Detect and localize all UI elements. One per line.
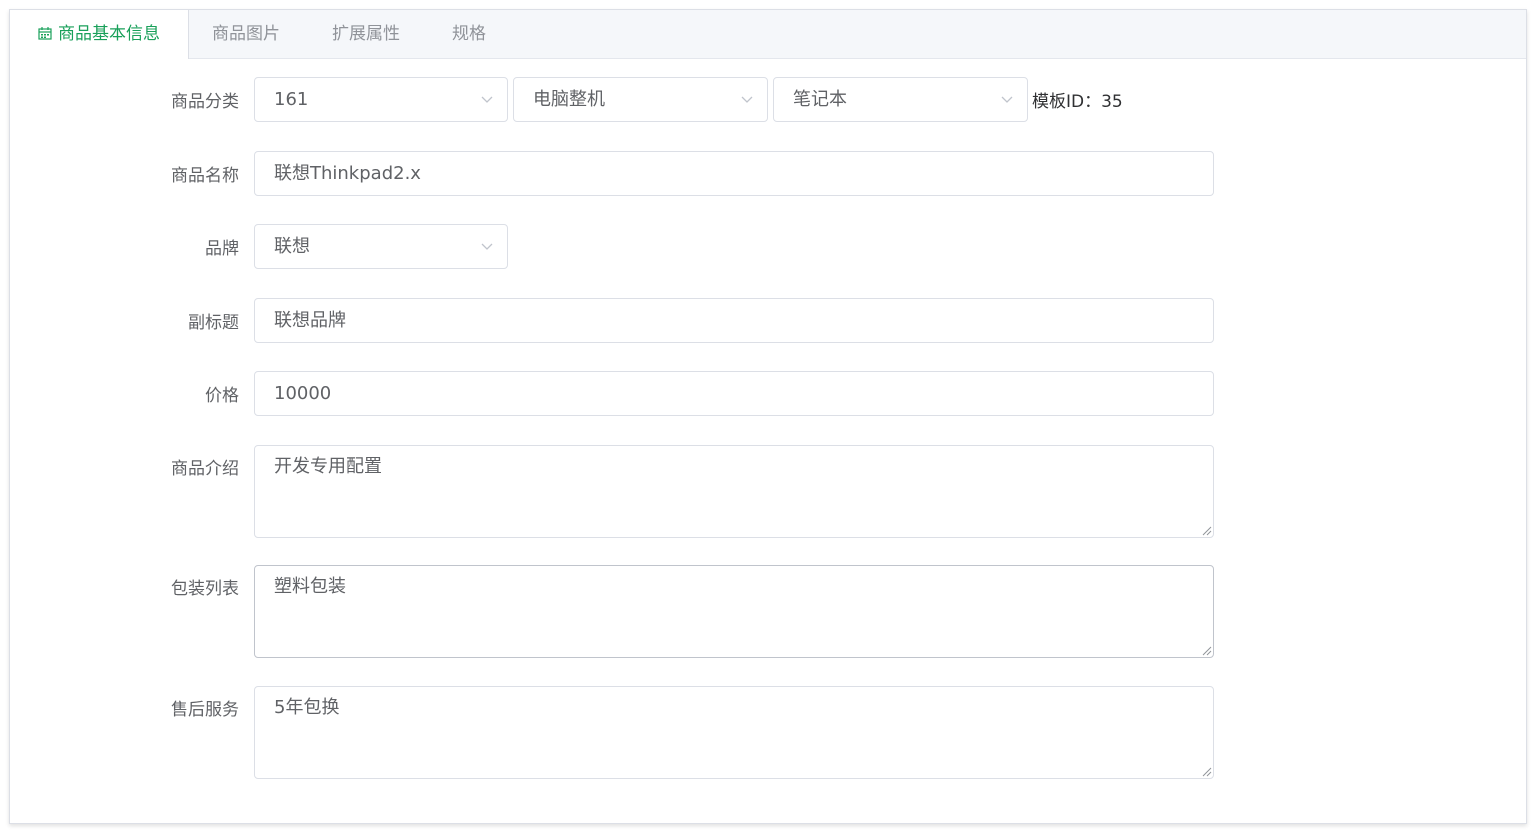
- resize-handle-icon[interactable]: [1201, 766, 1212, 777]
- select-value: 笔记本: [793, 89, 847, 110]
- resize-handle-icon[interactable]: [1201, 525, 1212, 536]
- category-level2-select[interactable]: 电脑整机: [513, 77, 768, 122]
- select-value: 电脑整机: [533, 89, 605, 110]
- calendar-icon: [38, 27, 52, 40]
- tab-basic-info[interactable]: 商品基本信息: [10, 10, 189, 59]
- tabs-header: 商品基本信息 商品图片 扩展属性 规格: [10, 10, 1526, 59]
- select-value: 161: [274, 89, 309, 110]
- brand-label: 品牌: [205, 239, 239, 259]
- intro-label: 商品介绍: [171, 459, 239, 479]
- resize-handle-icon[interactable]: [1201, 645, 1212, 656]
- textarea-value: 5年包换: [274, 697, 340, 718]
- package-textarea[interactable]: 塑料包装: [254, 565, 1214, 658]
- category-level3-select[interactable]: 笔记本: [773, 77, 1028, 122]
- category-label: 商品分类: [171, 92, 239, 112]
- subtitle-label: 副标题: [188, 313, 239, 333]
- template-id-label: 模板ID：: [1032, 92, 1102, 112]
- name-label: 商品名称: [171, 166, 239, 186]
- tab-images[interactable]: 商品图片: [212, 10, 280, 58]
- chevron-down-icon: [481, 96, 493, 103]
- chevron-down-icon: [481, 243, 493, 250]
- service-label: 售后服务: [171, 700, 239, 720]
- tab-label: 商品基本信息: [58, 24, 160, 44]
- tab-extended-attributes[interactable]: 扩展属性: [332, 10, 400, 58]
- service-textarea[interactable]: 5年包换: [254, 686, 1214, 779]
- package-label: 包装列表: [171, 579, 239, 599]
- price-input[interactable]: 10000: [254, 371, 1214, 416]
- intro-textarea[interactable]: 开发专用配置: [254, 445, 1214, 538]
- chevron-down-icon: [741, 96, 753, 103]
- textarea-value: 开发专用配置: [274, 456, 382, 477]
- subtitle-input[interactable]: 联想品牌: [254, 298, 1214, 343]
- select-value: 联想: [274, 236, 310, 257]
- price-label: 价格: [205, 386, 239, 406]
- name-input[interactable]: 联想Thinkpad2.x: [254, 151, 1214, 196]
- template-id-value: 35: [1101, 92, 1123, 112]
- chevron-down-icon: [1001, 96, 1013, 103]
- goods-edit-panel: 商品基本信息 商品图片 扩展属性 规格 商品分类 161 电脑整机 笔记本 模板…: [9, 9, 1527, 824]
- template-id-text: 模板ID：35: [1032, 87, 1123, 112]
- textarea-value: 塑料包装: [274, 576, 346, 597]
- category-level1-select[interactable]: 161: [254, 77, 508, 122]
- brand-select[interactable]: 联想: [254, 224, 508, 269]
- tab-specifications[interactable]: 规格: [452, 10, 486, 58]
